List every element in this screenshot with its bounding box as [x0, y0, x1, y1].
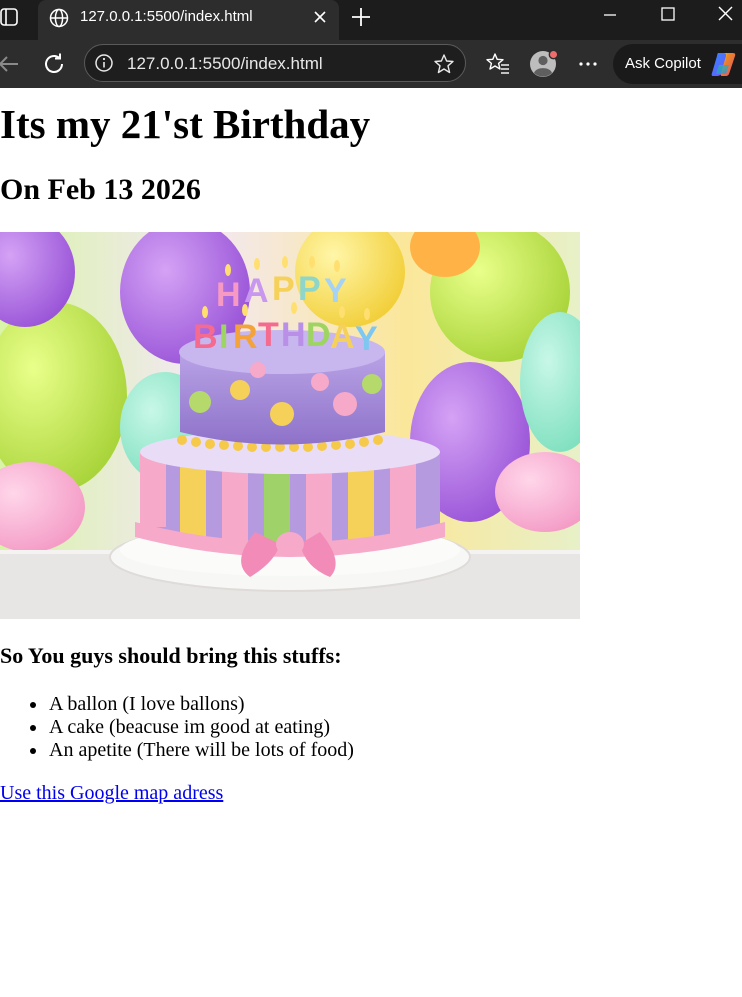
svg-text:H: H: [216, 276, 241, 314]
list-intro: So You guys should bring this stuffs:: [0, 643, 342, 668]
close-tab-icon[interactable]: [312, 9, 328, 25]
browser-tab-bar: 127.0.0.1:5500/index.html: [0, 0, 742, 40]
svg-text:P: P: [272, 270, 295, 308]
browser-tab[interactable]: 127.0.0.1:5500/index.html: [38, 0, 339, 40]
globe-icon: [49, 8, 69, 28]
tab-title: 127.0.0.1:5500/index.html: [80, 8, 253, 25]
minimize-icon[interactable]: [598, 4, 622, 26]
svg-text:Y: Y: [355, 320, 378, 358]
favorite-star-icon[interactable]: [433, 53, 455, 75]
google-map-link[interactable]: Use this Google map adress: [0, 781, 223, 805]
refresh-icon[interactable]: [41, 51, 67, 77]
list-item: An apetite (There will be lots of food): [30, 739, 354, 761]
svg-text:Y: Y: [324, 272, 347, 310]
svg-text:R: R: [233, 318, 258, 356]
url-text[interactable]: 127.0.0.1:5500/index.html: [127, 54, 323, 74]
maximize-icon[interactable]: [656, 4, 680, 26]
favorites-icon[interactable]: [485, 51, 511, 77]
list-item: A cake (beacuse im good at eating): [30, 716, 354, 739]
back-arrow-icon[interactable]: [0, 51, 22, 77]
event-date: On Feb 13 2026: [0, 173, 201, 206]
window-close-icon[interactable]: [714, 4, 738, 26]
address-bar[interactable]: 127.0.0.1:5500/index.html: [84, 44, 466, 82]
birthday-cake-image: H A P P Y B I R T H D A Y: [0, 232, 580, 619]
list-item: A ballon (I love ballons): [30, 693, 354, 716]
copilot-logo-icon: [711, 53, 736, 76]
svg-text:D: D: [306, 316, 331, 354]
svg-text:H: H: [281, 316, 306, 354]
svg-text:I: I: [219, 318, 228, 356]
bring-items-list: A ballon (I love ballons) A cake (beacus…: [30, 693, 354, 762]
svg-text:P: P: [298, 270, 321, 308]
page-title: Its my 21'st Birthday: [0, 101, 371, 147]
svg-text:A: A: [244, 272, 269, 310]
more-options-icon[interactable]: [575, 51, 601, 77]
svg-text:A: A: [330, 318, 355, 356]
svg-text:T: T: [258, 316, 279, 354]
sidebar-toggle-icon[interactable]: [0, 8, 18, 26]
profile-avatar-icon[interactable]: [529, 49, 559, 79]
new-tab-icon[interactable]: [350, 6, 372, 28]
browser-toolbar: 127.0.0.1:5500/index.html Ask Copilot: [0, 40, 742, 88]
cake-illustration: H A P P Y B I R T H D A Y: [0, 232, 580, 619]
ask-copilot-label: Ask Copilot: [625, 55, 701, 72]
svg-text:B: B: [193, 318, 218, 356]
ask-copilot-button[interactable]: Ask Copilot: [613, 44, 742, 84]
site-info-icon[interactable]: [94, 53, 114, 73]
